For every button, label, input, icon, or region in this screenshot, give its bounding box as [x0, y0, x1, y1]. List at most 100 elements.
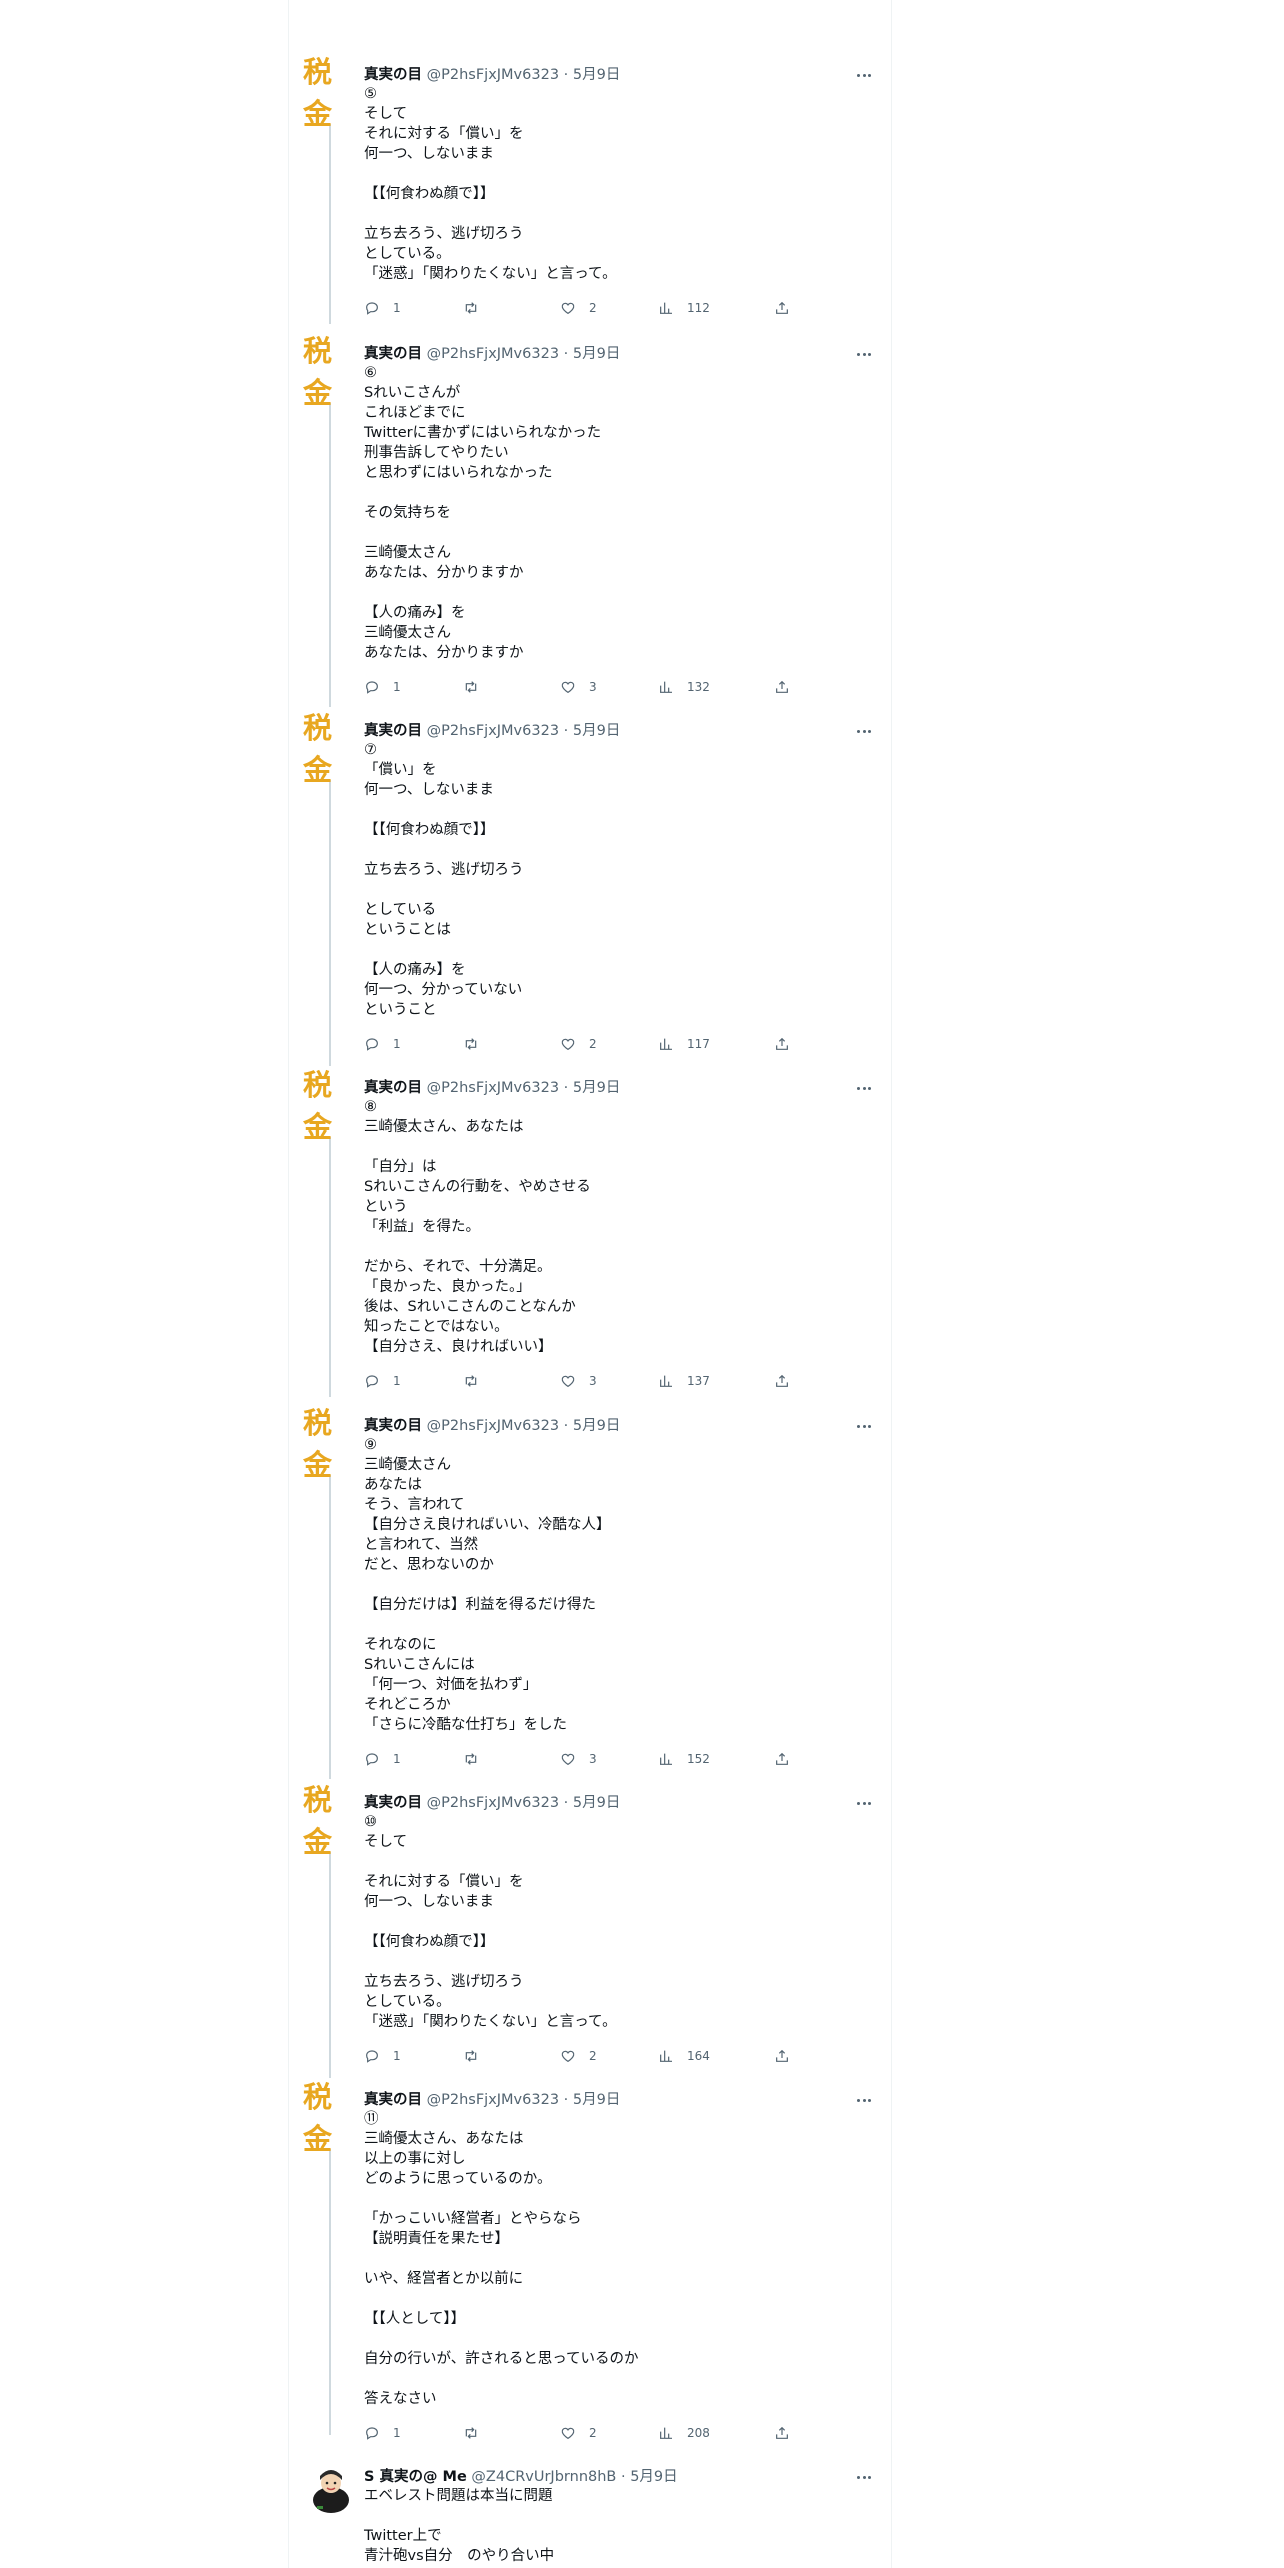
bar-chart-icon — [660, 1753, 672, 1765]
share-icon — [776, 301, 788, 314]
like-button[interactable]: 3 — [560, 1748, 597, 1770]
tweet[interactable]: 税金 真実の目 @P2hsFjxJMv6323 · 5月9日 ⑩ そして それに… — [289, 1783, 891, 2082]
more-options-icon[interactable] — [852, 2466, 876, 2488]
tweet-date[interactable]: · 5月9日 — [564, 1418, 621, 1434]
avatar[interactable]: 税金 — [303, 1406, 357, 1482]
more-options-icon[interactable] — [852, 343, 876, 365]
author-handle[interactable]: @P2hsFjxJMv6323 — [427, 1795, 559, 1811]
retweet-button[interactable] — [463, 676, 479, 698]
thread-line — [329, 1852, 331, 2078]
tweet-date[interactable]: · 5月9日 — [621, 2469, 678, 2485]
author-name[interactable]: 真実の目 — [364, 67, 422, 83]
share-button[interactable] — [774, 1748, 790, 1770]
tweet-date[interactable]: · 5月9日 — [564, 723, 621, 739]
heart-icon — [561, 1038, 575, 1051]
author-handle[interactable]: @P2hsFjxJMv6323 — [427, 67, 559, 83]
tweet-date[interactable]: · 5月9日 — [564, 1080, 621, 1096]
tweet[interactable]: 税金 真実の目 @P2hsFjxJMv6323 · 5月9日 ⑪ 三崎優太さん、… — [289, 2080, 891, 2440]
bar-chart-icon — [660, 2427, 672, 2439]
author-handle[interactable]: @P2hsFjxJMv6323 — [427, 1418, 559, 1434]
share-button[interactable] — [774, 1370, 790, 1392]
tweet[interactable]: 税金 真実の目 @P2hsFjxJMv6323 · 5月9日 ⑥ Sれいこさんが… — [289, 334, 891, 711]
heart-icon — [561, 1753, 575, 1766]
share-button[interactable] — [774, 676, 790, 698]
tweet[interactable]: 税金 真実の目 @P2hsFjxJMv6323 · 5月9日 ⑤ そして それに… — [289, 55, 891, 328]
views-button[interactable]: 208 — [658, 2422, 710, 2444]
more-options-icon[interactable] — [852, 64, 876, 86]
share-icon — [776, 1037, 788, 1050]
retweet-button[interactable] — [463, 1033, 479, 1055]
tweet-date[interactable]: · 5月9日 — [564, 2092, 621, 2108]
retweet-button[interactable] — [463, 2045, 479, 2067]
retweet-button[interactable] — [463, 1748, 479, 1770]
share-button[interactable] — [774, 2045, 790, 2067]
more-options-icon[interactable] — [852, 1415, 876, 1437]
reply-button[interactable]: 1 — [364, 297, 401, 319]
thread-line — [329, 124, 331, 324]
reply-button[interactable]: 1 — [364, 1748, 401, 1770]
bar-chart-icon — [660, 2050, 672, 2062]
like-button[interactable]: 3 — [560, 1370, 597, 1392]
like-button[interactable]: 2 — [560, 297, 597, 319]
avatar[interactable]: 税金 — [303, 334, 357, 410]
like-button[interactable]: 3 — [560, 676, 597, 698]
views-button[interactable]: 152 — [658, 1748, 710, 1770]
author-name[interactable]: 真実の目 — [364, 2092, 422, 2108]
avatar[interactable]: 税金 — [303, 55, 357, 131]
like-button[interactable]: 2 — [560, 2422, 597, 2444]
reply-button[interactable]: 1 — [364, 2045, 401, 2067]
tweet-text: ⑪ 三崎優太さん、あなたは 以上の事に対し どのように思っているのか。 「かっこ… — [364, 2111, 639, 2407]
author-name[interactable]: S 真実の@ Me — [364, 2469, 467, 2485]
author-handle[interactable]: @P2hsFjxJMv6323 — [427, 723, 559, 739]
like-button[interactable]: 2 — [560, 2045, 597, 2067]
reply-icon — [366, 1038, 378, 1051]
reply-button[interactable]: 1 — [364, 2422, 401, 2444]
thread-line — [329, 2149, 331, 2435]
reply-button[interactable]: 1 — [364, 1370, 401, 1392]
author-name[interactable]: 真実の目 — [364, 1418, 422, 1434]
tweet[interactable]: 税金 真実の目 @P2hsFjxJMv6323 · 5月9日 ⑨ 三崎優太さん … — [289, 1406, 891, 1783]
retweet-button[interactable] — [463, 1370, 479, 1392]
author-name[interactable]: 真実の目 — [364, 1795, 422, 1811]
retweet-button[interactable] — [463, 297, 479, 319]
share-icon — [776, 1752, 788, 1765]
views-button[interactable]: 112 — [658, 297, 710, 319]
views-button[interactable]: 137 — [658, 1370, 710, 1392]
avatar[interactable]: 税金 — [303, 1783, 357, 1859]
heart-icon — [561, 302, 575, 315]
share-button[interactable] — [774, 297, 790, 319]
tweet-date[interactable]: · 5月9日 — [564, 67, 621, 83]
author-name[interactable]: 真実の目 — [364, 723, 422, 739]
avatar[interactable]: 税金 — [303, 711, 357, 787]
tweet-date[interactable]: · 5月9日 — [564, 346, 621, 362]
author-handle[interactable]: @P2hsFjxJMv6323 — [427, 2092, 559, 2108]
more-options-icon[interactable] — [852, 2089, 876, 2111]
share-button[interactable] — [774, 1033, 790, 1055]
author-handle[interactable]: @Z4CRvUrJbrnn8hB — [471, 2469, 616, 2485]
reply-icon — [366, 1753, 378, 1766]
author-name[interactable]: 真実の目 — [364, 346, 422, 362]
avatar[interactable] — [309, 2466, 353, 2514]
avatar[interactable]: 税金 — [303, 2080, 357, 2156]
more-options-icon[interactable] — [852, 720, 876, 742]
author-handle[interactable]: @P2hsFjxJMv6323 — [427, 346, 559, 362]
author-handle[interactable]: @P2hsFjxJMv6323 — [427, 1080, 559, 1096]
author-name[interactable]: 真実の目 — [364, 1080, 422, 1096]
like-button[interactable]: 2 — [560, 1033, 597, 1055]
tweet[interactable]: 税金 真実の目 @P2hsFjxJMv6323 · 5月9日 ⑦ 「償い」を 何… — [289, 711, 891, 1070]
tweet[interactable]: S 真実の@ Me @Z4CRvUrJbrnn8hB · 5月9日 エベレスト問… — [289, 2466, 891, 2568]
retweet-icon — [465, 2427, 477, 2439]
reply-button[interactable]: 1 — [364, 1033, 401, 1055]
share-button[interactable] — [774, 2422, 790, 2444]
more-options-icon[interactable] — [852, 1792, 876, 1814]
retweet-button[interactable] — [463, 2422, 479, 2444]
reply-button[interactable]: 1 — [364, 676, 401, 698]
views-button[interactable]: 132 — [658, 676, 710, 698]
tweet-date[interactable]: · 5月9日 — [564, 1795, 621, 1811]
avatar[interactable]: 税金 — [303, 1068, 357, 1144]
views-button[interactable]: 164 — [658, 2045, 710, 2067]
tweet[interactable]: 税金 真実の目 @P2hsFjxJMv6323 · 5月9日 ⑧ 三崎優太さん、… — [289, 1068, 891, 1401]
views-button[interactable]: 117 — [658, 1033, 710, 1055]
share-icon — [776, 2049, 788, 2062]
more-options-icon[interactable] — [852, 1077, 876, 1099]
